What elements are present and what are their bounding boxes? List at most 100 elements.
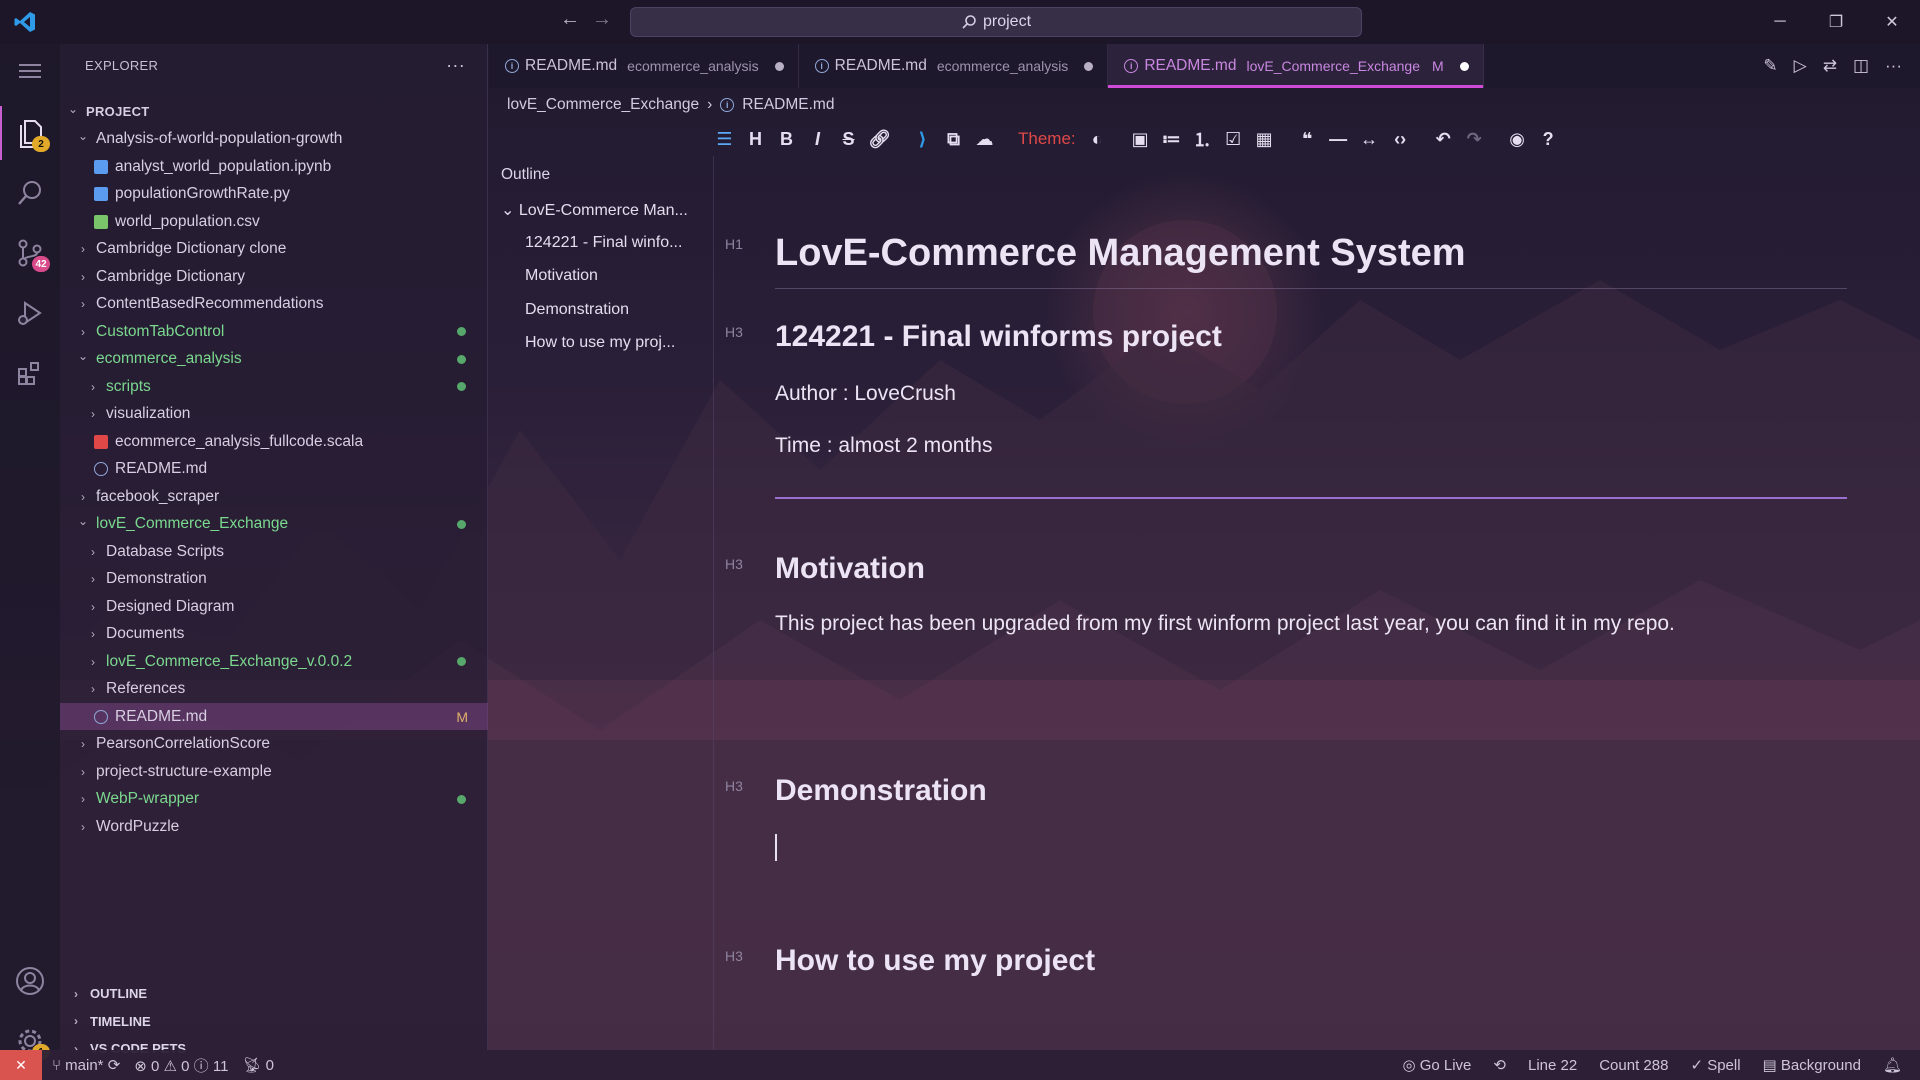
breadcrumb-folder[interactable]: lovE_Commerce_Exchange	[507, 96, 699, 114]
copy-icon[interactable]: ⧉	[938, 124, 969, 154]
close-icon[interactable]: ✕	[1864, 0, 1920, 44]
bold-icon[interactable]: B	[771, 124, 802, 154]
more-actions-icon[interactable]: ···	[446, 55, 465, 76]
more-editor-actions-icon[interactable]: ···	[1885, 56, 1902, 76]
section-outline[interactable]: › OUTLINE	[60, 980, 488, 1007]
account-icon[interactable]	[0, 954, 60, 1008]
bulleted-list-icon[interactable]: ≔	[1156, 124, 1187, 154]
theme-palette-icon[interactable]: ◐	[1082, 124, 1113, 154]
tree-folder[interactable]: › visualization	[60, 401, 488, 428]
tree-file[interactable]: analyst_world_population.ipynb	[60, 153, 488, 180]
code-block-icon[interactable]: ‹›	[1385, 124, 1416, 154]
menu-icon[interactable]	[0, 44, 60, 98]
inline-code-icon[interactable]: ↔	[1354, 124, 1385, 154]
horizontal-rule-icon[interactable]: —	[1323, 124, 1354, 154]
tree-file[interactable]: world_population.csv	[60, 208, 488, 235]
task-list-icon[interactable]: ☑	[1218, 124, 1249, 154]
go-live-button[interactable]: ◎ Go Live	[1402, 1056, 1471, 1074]
outline-item[interactable]: Demonstration	[525, 301, 705, 319]
outline-toggle-icon[interactable]: ☰	[709, 124, 740, 154]
background-toggle[interactable]: ▤ Background	[1763, 1056, 1861, 1074]
upload-cloud-icon[interactable]: ☁	[969, 124, 1000, 154]
sync-icon[interactable]: ⟲	[1493, 1056, 1506, 1074]
tree-folder[interactable]: ⌄ lovE_Commerce_Exchange	[60, 511, 488, 538]
edit-pencil-icon[interactable]: ✎	[1763, 56, 1777, 76]
tree-folder[interactable]: › scripts	[60, 373, 488, 400]
numbered-list-icon[interactable]: ⒈	[1187, 124, 1218, 154]
italic-icon[interactable]: I	[802, 124, 833, 154]
tree-file[interactable]: ecommerce_analysis_fullcode.scala	[60, 428, 488, 455]
search-activity-icon[interactable]	[0, 166, 60, 220]
outline-item[interactable]: Motivation	[525, 267, 705, 285]
tree-folder[interactable]: ⌄ Analysis-of-world-population-growth	[60, 126, 488, 153]
heading-icon[interactable]: H	[740, 124, 771, 154]
tree-folder[interactable]: › Database Scripts	[60, 538, 488, 565]
markdown-document[interactable]: H1 LovE-Commerce Management System H3 12…	[725, 156, 1895, 1050]
run-icon[interactable]: ▷	[1794, 56, 1807, 76]
table-icon[interactable]: ▦	[1249, 124, 1280, 154]
outline-title: Outline	[501, 166, 551, 183]
command-center-search[interactable]: project	[630, 7, 1362, 37]
notifications-bell-icon[interactable]: 🔔︎	[1883, 1056, 1902, 1074]
ports-item[interactable]: 📡︎ 0	[242, 1056, 274, 1074]
problems-item[interactable]: ⊗ 0 ⚠ 0 ⓘ 11	[134, 1055, 228, 1076]
editor-tab[interactable]: i README.md ecommerce_analysis	[799, 44, 1109, 88]
tree-folder[interactable]: › Designed Diagram	[60, 593, 488, 620]
undo-icon[interactable]: ↶	[1428, 124, 1459, 154]
help-icon[interactable]: ?	[1533, 124, 1564, 154]
back-arrow-icon[interactable]: ←	[560, 8, 580, 31]
tree-folder[interactable]: › CustomTabControl	[60, 318, 488, 345]
tree-file[interactable]: populationGrowthRate.py	[60, 181, 488, 208]
section-timeline[interactable]: › TIMELINE	[60, 1008, 488, 1035]
tree-folder[interactable]: › ContentBasedRecommendations	[60, 291, 488, 318]
extensions-icon[interactable]	[0, 346, 60, 400]
outline-item[interactable]: How to use my proj...	[525, 334, 705, 352]
chevron-down-icon: ⌄	[77, 129, 89, 143]
explorer-icon[interactable]: 2	[0, 106, 60, 160]
unsaved-dot-icon[interactable]	[1459, 61, 1469, 71]
tree-file[interactable]: README.md M	[60, 703, 488, 730]
tree-folder[interactable]: › lovE_Commerce_Exchange_v.0.0.2	[60, 648, 488, 675]
link-icon[interactable]: 🔗︎	[864, 124, 895, 154]
outline-item[interactable]: ⌄ LovE-Commerce Man...	[501, 200, 701, 220]
tree-folder[interactable]: › References	[60, 676, 488, 703]
outline-item[interactable]: 124221 - Final winfo...	[525, 234, 705, 252]
tree-folder[interactable]: › Documents	[60, 621, 488, 648]
unsaved-dot-icon[interactable]	[1084, 61, 1094, 71]
spell-label: Spell	[1707, 1057, 1741, 1074]
editor-tabs: i README.md ecommerce_analysis i README.md ec…	[489, 44, 1920, 88]
tree-folder[interactable]: › PearsonCorrelationScore	[60, 731, 488, 758]
editor-tab[interactable]: i README.md lovE_Commerce_Exchange M	[1108, 44, 1484, 88]
restore-icon[interactable]: ❐	[1808, 0, 1864, 44]
preview-eye-icon[interactable]: ◉	[1502, 124, 1533, 154]
remote-indicator-icon[interactable]: ✕	[0, 1050, 42, 1080]
tree-folder[interactable]: › Cambridge Dictionary	[60, 263, 488, 290]
strikethrough-icon[interactable]: S	[833, 124, 864, 154]
tree-folder[interactable]: ⌄ ecommerce_analysis	[60, 346, 488, 373]
minimize-icon[interactable]: ─	[1752, 0, 1808, 44]
breadcrumb-file[interactable]: README.md	[742, 96, 834, 114]
word-count[interactable]: Count 288	[1599, 1057, 1668, 1074]
compare-changes-icon[interactable]: ⇄	[1823, 56, 1837, 76]
editor-tab[interactable]: i README.md ecommerce_analysis	[489, 44, 799, 88]
run-debug-icon[interactable]	[0, 286, 60, 340]
source-control-icon[interactable]: 42	[0, 226, 60, 280]
redo-icon[interactable]: ↷	[1459, 124, 1490, 154]
insert-image-icon[interactable]: ▣	[1125, 124, 1156, 154]
tree-folder[interactable]: › facebook_scraper	[60, 483, 488, 510]
tree-folder[interactable]: ⌄ PROJECT	[60, 98, 488, 125]
line-indicator[interactable]: Line 22	[1528, 1057, 1577, 1074]
quote-icon[interactable]: ❝	[1292, 124, 1323, 154]
tree-folder[interactable]: › WordPuzzle	[60, 813, 488, 840]
tree-folder[interactable]: › WebP-wrapper	[60, 786, 488, 813]
forward-arrow-icon[interactable]: →	[592, 8, 612, 31]
spell-check[interactable]: ✓ Spell	[1690, 1056, 1740, 1074]
split-editor-icon[interactable]: ◫	[1853, 56, 1869, 76]
tree-folder[interactable]: › project-structure-example	[60, 758, 488, 785]
tree-folder[interactable]: › Cambridge Dictionary clone	[60, 236, 488, 263]
vscode-open-icon[interactable]: ⟩	[907, 124, 938, 154]
tree-file[interactable]: README.md	[60, 456, 488, 483]
branch-item[interactable]: ⑂ main* ⟳	[52, 1056, 120, 1074]
tree-folder[interactable]: › Demonstration	[60, 566, 488, 593]
unsaved-dot-icon[interactable]	[774, 61, 784, 71]
